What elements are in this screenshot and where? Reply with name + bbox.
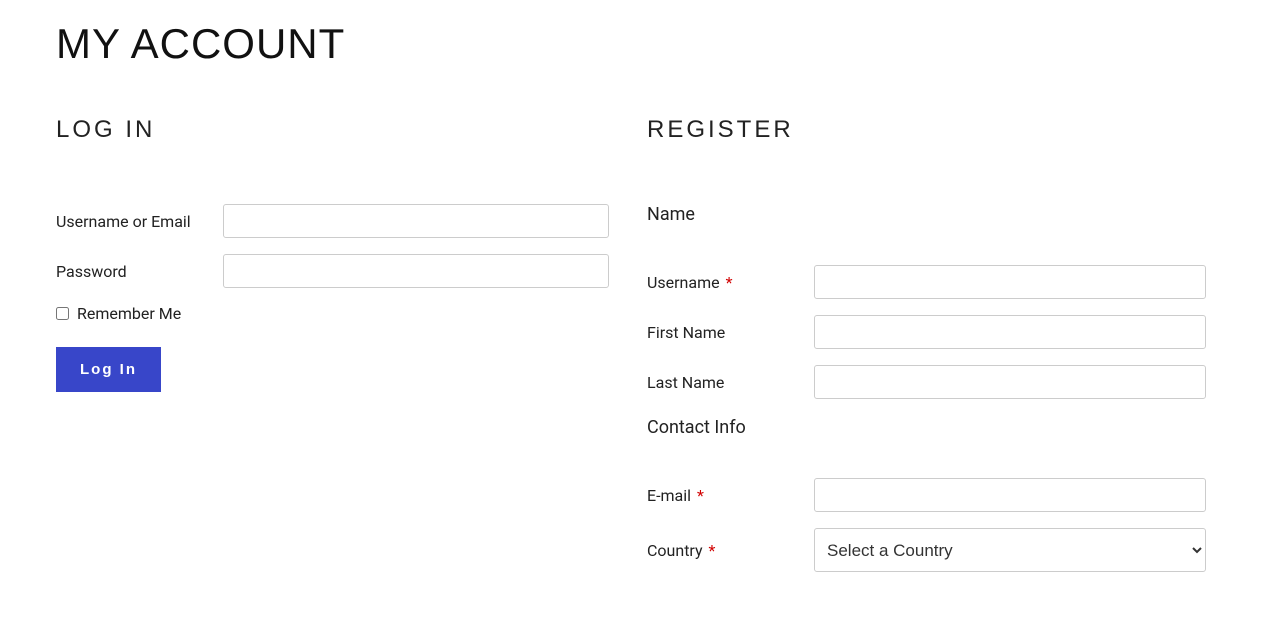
remember-me-checkbox[interactable] — [56, 307, 69, 320]
login-username-label: Username or Email — [56, 212, 223, 231]
register-email-row: E-mail * — [647, 478, 1206, 512]
login-button[interactable]: Log In — [56, 347, 161, 392]
register-lastname-input[interactable] — [814, 365, 1206, 399]
register-firstname-input[interactable] — [814, 315, 1206, 349]
required-marker: * — [726, 273, 733, 292]
login-heading: LOG IN — [56, 116, 615, 144]
remember-me-row: Remember Me — [56, 304, 615, 323]
register-lastname-row: Last Name — [647, 365, 1206, 399]
login-username-input[interactable] — [223, 204, 609, 238]
register-email-input[interactable] — [814, 478, 1206, 512]
required-marker: * — [697, 486, 704, 505]
register-email-label: E-mail — [647, 486, 691, 505]
register-column: REGISTER Name Username * First Name Last… — [647, 116, 1206, 588]
register-country-select[interactable]: Select a Country — [814, 528, 1206, 572]
login-username-row: Username or Email — [56, 204, 615, 238]
login-column: LOG IN Username or Email Password Rememb… — [56, 116, 615, 588]
login-password-input[interactable] — [223, 254, 609, 288]
login-password-row: Password — [56, 254, 615, 288]
register-username-row: Username * — [647, 265, 1206, 299]
register-country-label: Country — [647, 541, 703, 560]
remember-me-label: Remember Me — [77, 304, 181, 323]
login-password-label: Password — [56, 262, 223, 281]
account-columns: LOG IN Username or Email Password Rememb… — [56, 116, 1206, 588]
register-heading: REGISTER — [647, 116, 1206, 144]
register-username-label: Username — [647, 273, 720, 292]
required-marker: * — [709, 541, 716, 560]
register-firstname-label: First Name — [647, 323, 814, 342]
register-firstname-row: First Name — [647, 315, 1206, 349]
register-lastname-label: Last Name — [647, 373, 814, 392]
register-contact-section: Contact Info — [647, 417, 1206, 438]
register-name-section: Name — [647, 204, 1206, 225]
register-country-row: Country * Select a Country — [647, 528, 1206, 572]
register-username-input[interactable] — [814, 265, 1206, 299]
page-title: MY ACCOUNT — [56, 20, 1206, 68]
